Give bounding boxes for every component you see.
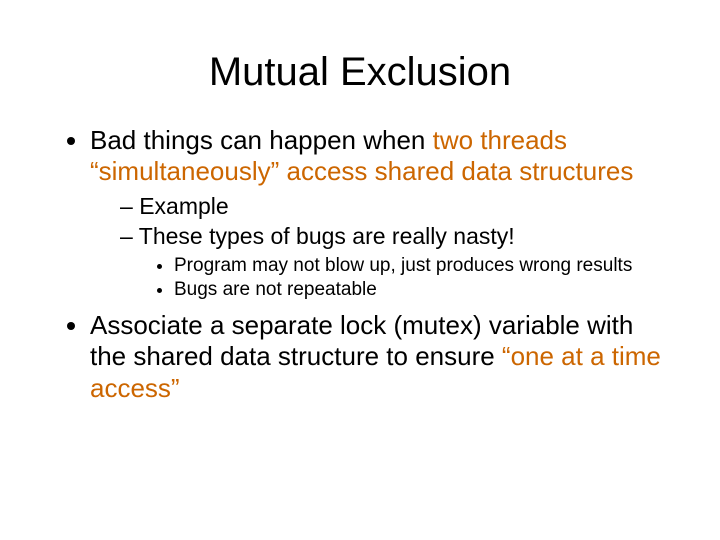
bullet-1-sub-1: Example	[120, 193, 670, 221]
slide: Mutual Exclusion Bad things can happen w…	[0, 0, 720, 540]
bullet-1-sub-2-item-1: Program may not blow up, just produces w…	[174, 255, 670, 278]
bullet-2: Associate a separate lock (mutex) variab…	[90, 310, 670, 404]
bullet-1-sub-2-item-2: Bugs are not repeatable	[174, 279, 670, 302]
bullet-1-text-pre: Bad things can happen when	[90, 125, 433, 155]
bullet-list-level1: Bad things can happen when two threads “…	[50, 125, 670, 404]
bullet-1: Bad things can happen when two threads “…	[90, 125, 670, 302]
bullet-1-sub-1-text: Example	[139, 193, 228, 219]
slide-title: Mutual Exclusion	[50, 50, 670, 95]
bullet-1-sublist: Example These types of bugs are really n…	[90, 193, 670, 302]
bullet-1-sub-2-text: These types of bugs are really nasty!	[139, 223, 515, 249]
bullet-1-sub-2: These types of bugs are really nasty! Pr…	[120, 223, 670, 302]
bullet-1-sub-2-list: Program may not blow up, just produces w…	[120, 255, 670, 303]
